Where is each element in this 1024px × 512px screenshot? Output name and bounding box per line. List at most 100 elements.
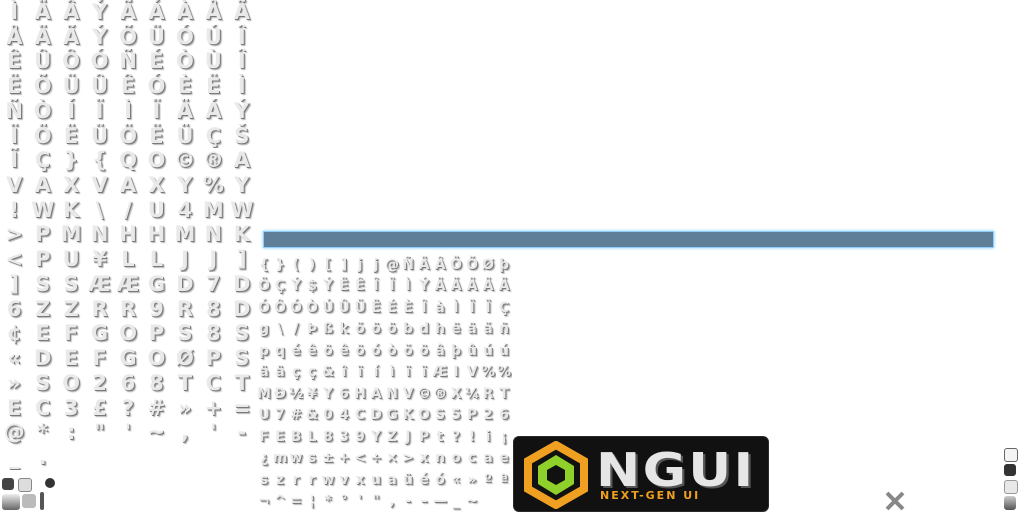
- glyph: X: [148, 173, 165, 197]
- glyph: 2: [483, 407, 493, 424]
- glyph: 7: [275, 407, 285, 424]
- glyph: O: [147, 346, 166, 371]
- glyph: K: [402, 407, 414, 424]
- glyph: H: [354, 385, 366, 402]
- glyph: 6: [120, 371, 136, 395]
- glyph: Ý: [290, 278, 302, 295]
- glyph: <: [5, 247, 24, 272]
- glyph: M: [60, 222, 82, 247]
- glyph: à: [435, 299, 445, 316]
- glyph: s: [259, 471, 269, 488]
- glyph: %: [496, 364, 512, 381]
- glyph: ä: [275, 364, 285, 381]
- glyph: ò: [387, 342, 397, 359]
- glyph: 8: [149, 371, 164, 395]
- glyph: Ã: [62, 24, 80, 49]
- glyph: 3: [63, 395, 79, 420]
- glyph: G: [90, 321, 109, 346]
- glyph: o: [451, 450, 461, 467]
- glyph: c: [467, 450, 477, 467]
- glyph: =: [290, 493, 302, 510]
- glyph: ö: [323, 342, 333, 359]
- glyph: Õ: [466, 256, 478, 273]
- glyph: ]: [236, 247, 247, 272]
- glyph: ÷: [370, 450, 382, 467]
- glyph: S: [234, 346, 250, 371]
- glyph: E: [63, 346, 79, 371]
- glyph: O: [119, 321, 137, 346]
- glyph: L: [307, 428, 317, 445]
- glyph: É: [387, 299, 397, 316]
- glyph: ×: [386, 450, 398, 467]
- glyph: C: [34, 395, 51, 420]
- glyph: ": [94, 420, 106, 445]
- glyph: {: [92, 148, 108, 173]
- glyph: Ê: [355, 278, 365, 295]
- glyph: ¥: [307, 385, 317, 402]
- glyph: D: [370, 407, 382, 424]
- glyph: =: [232, 395, 251, 420]
- glyph: /: [293, 321, 299, 338]
- glyph: Ì: [10, 0, 19, 24]
- glyph: Ò: [175, 49, 194, 74]
- glyph: ): [308, 256, 316, 273]
- gradient-button-sprite: [1004, 496, 1016, 510]
- glyph: Ä: [34, 0, 51, 24]
- glyph: j: [357, 256, 363, 273]
- glyph: Õ: [33, 74, 52, 99]
- glyph: Ö: [450, 256, 462, 273]
- glyph: ö: [419, 342, 429, 359]
- glyph: Â: [62, 0, 80, 24]
- glyph: «: [7, 346, 21, 371]
- glyph: P: [466, 407, 478, 424]
- glyph: º: [484, 471, 492, 488]
- glyph: r: [292, 471, 300, 488]
- glyph: û: [467, 342, 477, 359]
- glyph: R: [91, 296, 108, 321]
- glyph: E: [7, 395, 22, 420]
- glyph: :: [66, 420, 76, 445]
- glyph: È: [177, 74, 193, 99]
- glyph: M: [174, 222, 196, 247]
- gradient-panel-sprite: [2, 494, 20, 510]
- glyph: Ó: [147, 74, 166, 99]
- glyph: {: [259, 256, 269, 273]
- glyph: Ú: [322, 299, 334, 316]
- glyph: Ä: [434, 278, 446, 295]
- glyph: Ä: [418, 256, 430, 273]
- glyph: ß: [322, 321, 334, 338]
- glyph: ®: [202, 148, 224, 173]
- glyph: P: [34, 247, 51, 272]
- glyph: %: [202, 173, 224, 197]
- glyph: 8: [206, 296, 221, 321]
- glyph: t: [436, 428, 444, 445]
- glyph: Ë: [339, 278, 349, 295]
- glyph: ê: [307, 342, 317, 359]
- glyph: L: [149, 247, 164, 272]
- glyph: \: [95, 197, 104, 222]
- glyph: +: [338, 450, 350, 467]
- glyph: I: [453, 364, 459, 381]
- glyph: C: [205, 371, 222, 395]
- glyph: [: [324, 256, 332, 273]
- glyph: h: [435, 321, 445, 338]
- glyph: Ò: [306, 299, 318, 316]
- glyph: W: [31, 197, 55, 222]
- glyph: 6: [6, 296, 22, 321]
- glyph: ï: [405, 364, 411, 381]
- glyph: Ë: [371, 299, 381, 316]
- glyph: Ñ: [5, 98, 23, 123]
- glyph: *: [324, 493, 332, 510]
- glyph: ö: [387, 321, 397, 338]
- glyph: ë: [451, 321, 461, 338]
- glyph: (: [292, 256, 300, 273]
- glyph: Ï: [469, 299, 475, 316]
- glyph: V: [402, 385, 414, 402]
- glyph: Ó: [90, 49, 109, 74]
- glyph: L: [121, 247, 135, 272]
- glyph: ': [357, 493, 363, 510]
- glyph: e: [499, 450, 509, 467]
- glyph: Î: [421, 299, 427, 316]
- glyph: —: [433, 493, 447, 510]
- glyph: w: [289, 450, 303, 467]
